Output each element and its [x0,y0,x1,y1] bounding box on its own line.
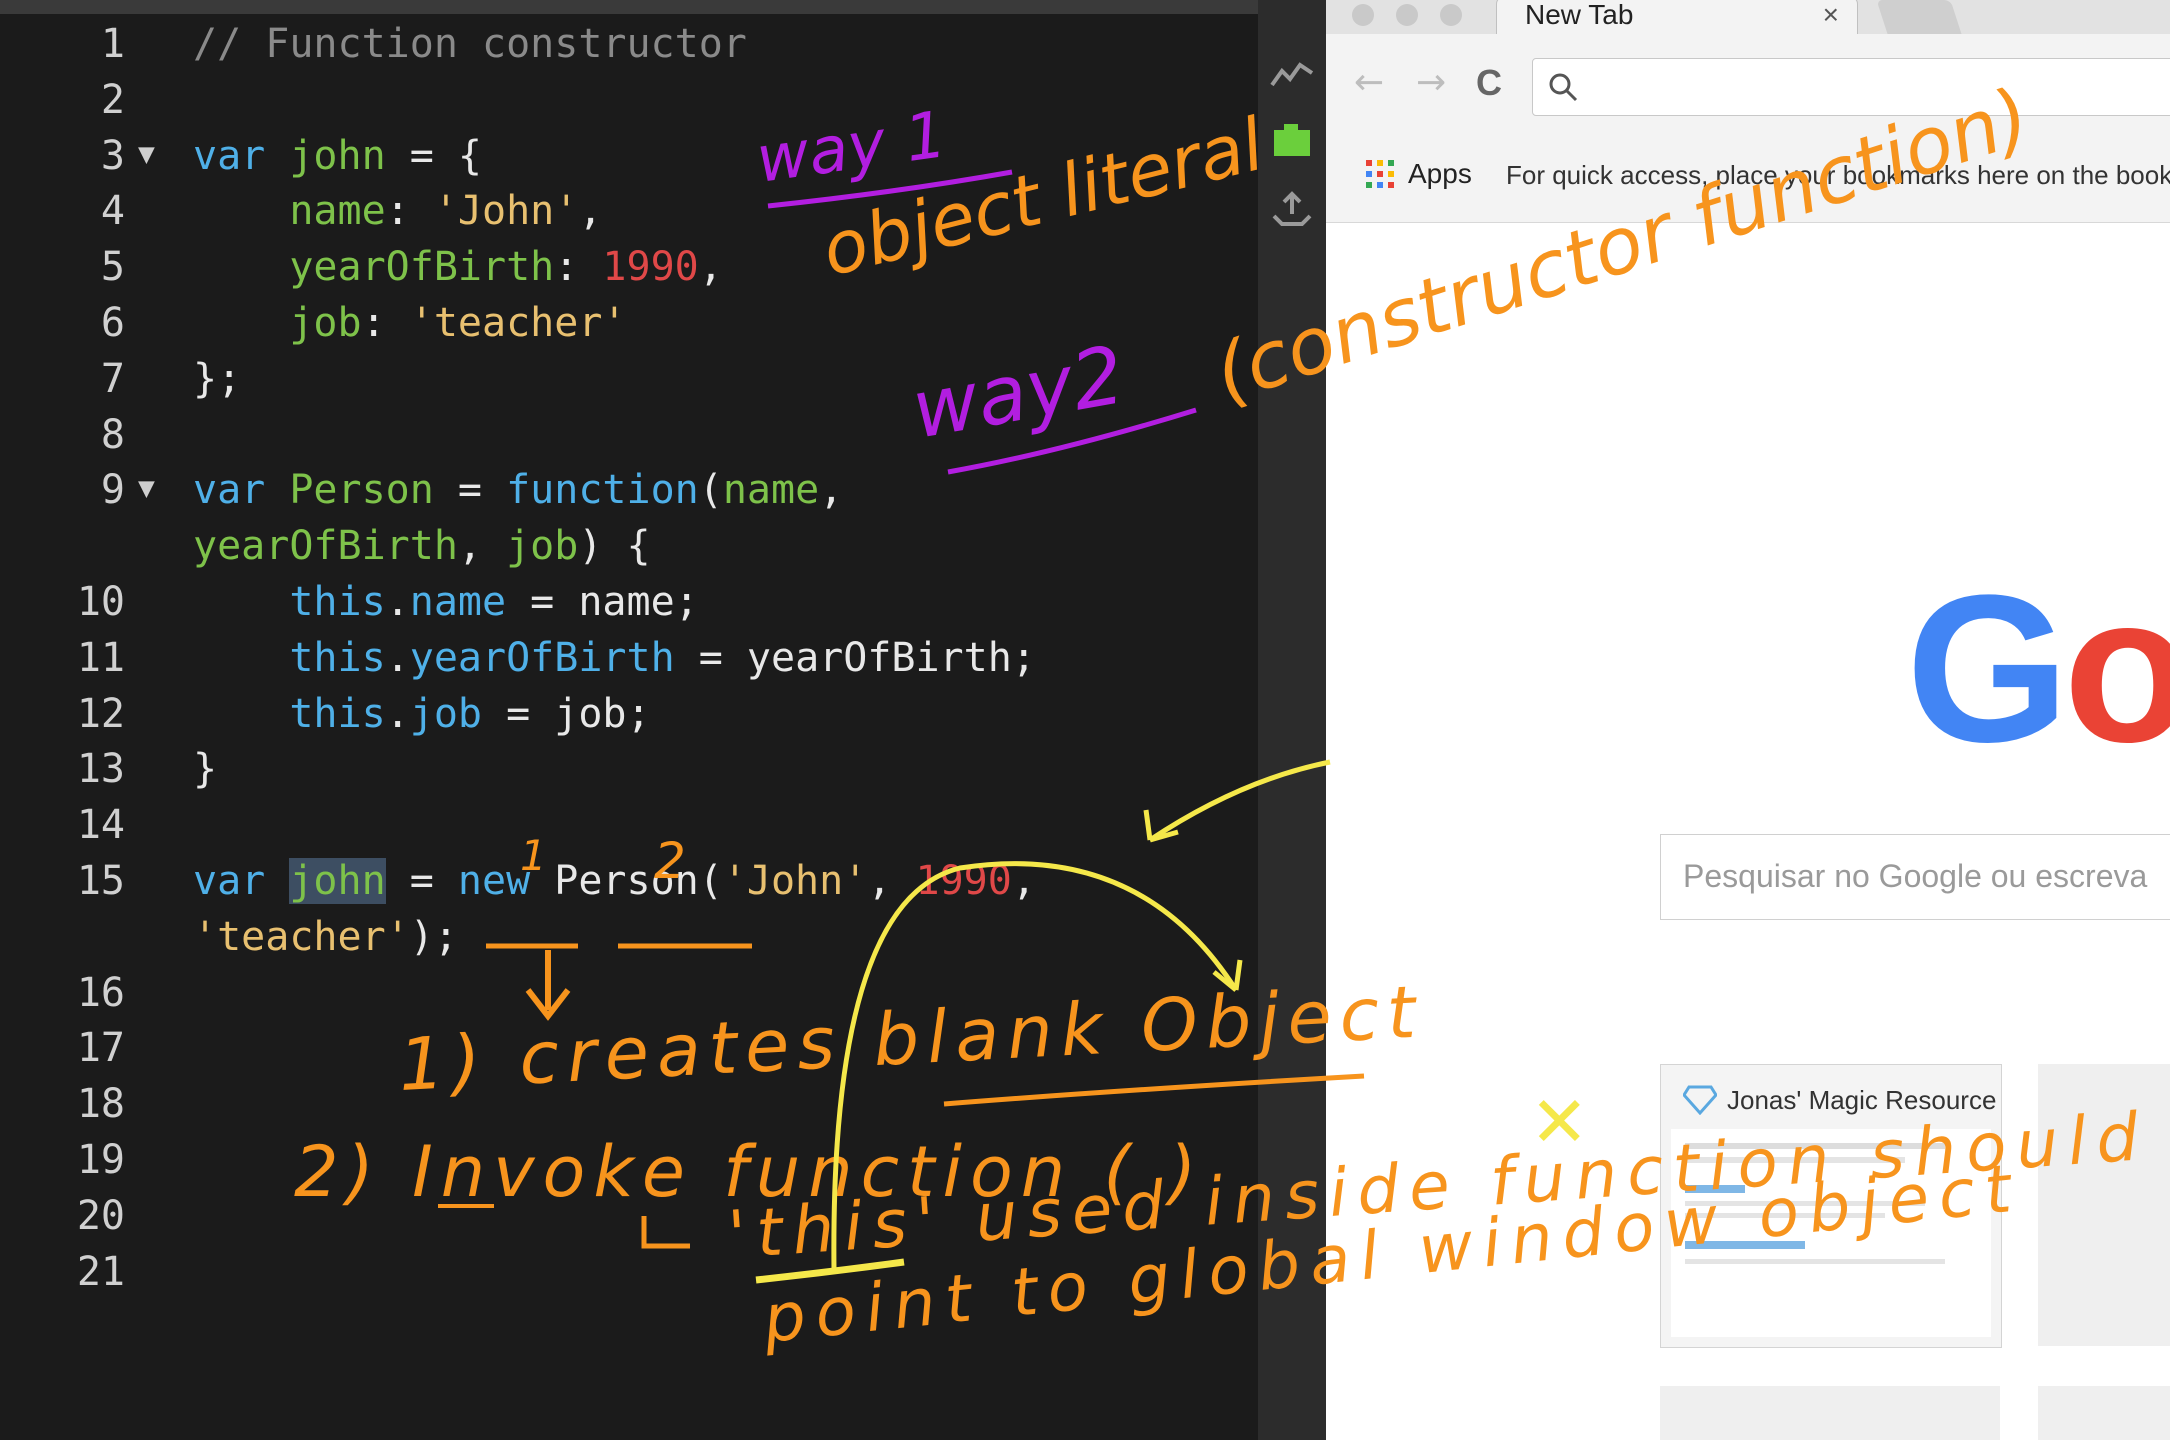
yellow-arrow-from-browser [1148,759,1331,843]
handwritten-annotations: way 1 object literal way2 (constructor f… [294,72,2151,1358]
annotation-number-1: 1 [520,831,547,880]
yellow-cross-mark: ✕ [1530,1081,1589,1163]
bracket-arrow [641,1216,690,1249]
underline-blank-object [943,1073,1365,1107]
annotation-number-2: 2 [654,832,686,890]
annotation-constructor-function: (constructor function) [1204,72,2041,420]
annotation-way1: way 1 [752,98,951,198]
down-arrow [525,950,571,1021]
